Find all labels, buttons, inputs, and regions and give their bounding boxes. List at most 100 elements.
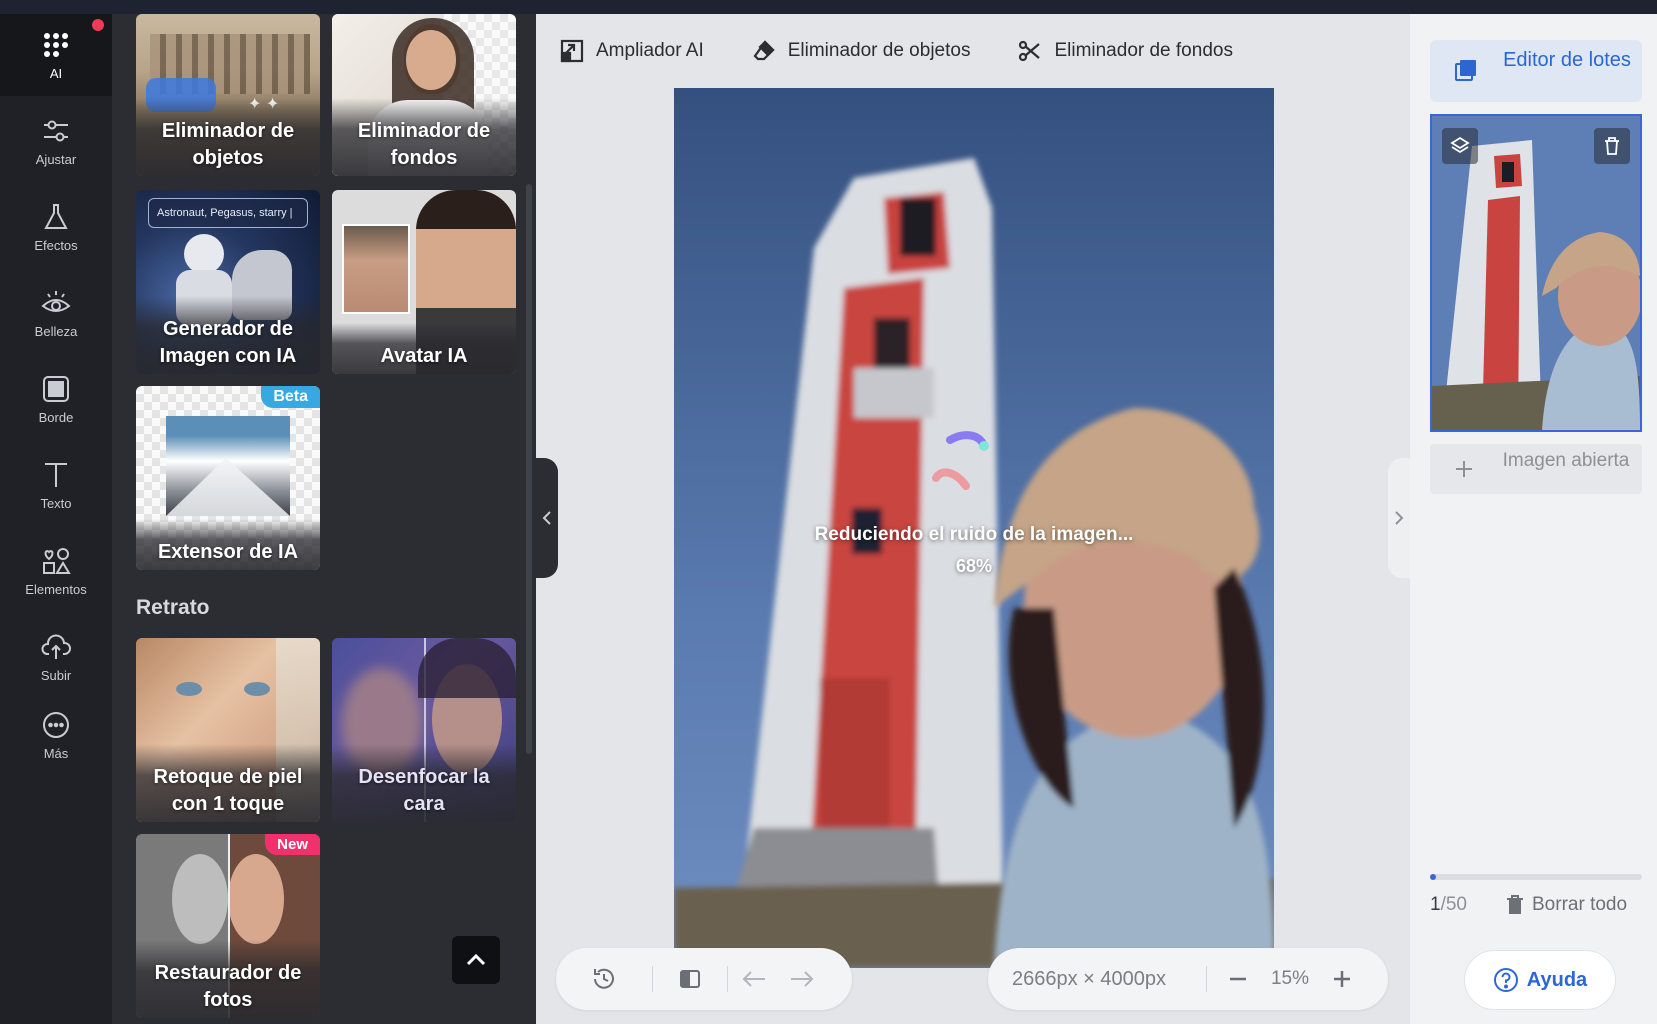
upload-cloud-icon bbox=[41, 634, 71, 659]
top-toolbar: Ampliador AI Eliminador de objetos Elimi… bbox=[536, 14, 1410, 88]
chevron-left-icon bbox=[542, 511, 551, 525]
object-remover-label: Eliminador de objetos bbox=[787, 40, 971, 61]
background-remover-button[interactable]: Eliminador de fondos bbox=[1018, 39, 1233, 63]
scissors-icon bbox=[1019, 40, 1041, 62]
plus-icon bbox=[1334, 971, 1350, 987]
minus-icon bbox=[1230, 977, 1246, 981]
image-dimensions: 2666px × 4000px bbox=[1012, 967, 1167, 990]
ai-grid-icon bbox=[44, 32, 68, 57]
image-count-fill bbox=[1430, 874, 1436, 880]
rail-item-ajustar[interactable]: Ajustar bbox=[0, 100, 112, 182]
upscaler-label: Ampliador AI bbox=[596, 40, 704, 61]
help-button[interactable]: Ayuda bbox=[1464, 950, 1616, 1010]
clear-all-button[interactable]: Borrar todo bbox=[1506, 894, 1627, 916]
plus-icon bbox=[1456, 461, 1472, 477]
sliders-icon bbox=[44, 120, 68, 141]
left-rail: AI Ajustar Efectos Belleza Borde Texto E… bbox=[0, 14, 112, 1024]
new-badge: New bbox=[265, 834, 320, 855]
layers-button[interactable] bbox=[1442, 128, 1478, 164]
rail-item-texto[interactable]: Texto bbox=[0, 444, 112, 526]
help-icon bbox=[1493, 968, 1518, 992]
rail-item-belleza[interactable]: Belleza bbox=[0, 272, 112, 354]
panel-scrollbar[interactable] bbox=[526, 184, 532, 754]
card-ai-extender[interactable]: Beta Extensor de IA bbox=[136, 386, 320, 570]
rail-label: Belleza bbox=[34, 323, 78, 339]
card-photo-restorer[interactable]: New Restaurador de fotos bbox=[136, 834, 320, 1018]
expand-icon bbox=[560, 39, 584, 63]
layers-stack-icon bbox=[1455, 60, 1476, 81]
progress-status: Reduciendo el ruido de la imagen... bbox=[814, 524, 1134, 545]
undo-button[interactable] bbox=[728, 969, 780, 989]
section-title-retrato: Retrato bbox=[136, 596, 210, 619]
shapes-icon bbox=[43, 547, 71, 574]
card-label: Eliminador de fondos bbox=[332, 98, 516, 176]
chevron-right-icon bbox=[1395, 511, 1404, 525]
rail-label: Ajustar bbox=[35, 151, 77, 167]
rail-label: Más bbox=[43, 745, 69, 761]
rail-label: Borde bbox=[38, 409, 74, 425]
image-count-bar bbox=[1430, 874, 1642, 880]
frame-icon bbox=[43, 375, 69, 402]
rail-label: Texto bbox=[40, 495, 72, 511]
batch-editor-button[interactable]: Editor de lotes bbox=[1430, 40, 1642, 102]
delete-image-button[interactable] bbox=[1594, 128, 1630, 164]
layers-icon bbox=[1450, 136, 1470, 154]
upscaler-button[interactable]: Ampliador AI bbox=[560, 39, 704, 63]
zoom-out-button[interactable] bbox=[1207, 969, 1269, 989]
image-count-current: 1 bbox=[1430, 894, 1441, 915]
card-label: Generador de Imagen con IA bbox=[136, 296, 320, 374]
card-object-remover[interactable]: ✦ ✦ Eliminador de objetos bbox=[136, 14, 320, 176]
arrow-right-icon bbox=[791, 971, 814, 987]
card-label: Eliminador de objetos bbox=[136, 98, 320, 176]
selected-image-thumbnail[interactable] bbox=[1430, 114, 1642, 432]
zoom-in-button[interactable] bbox=[1311, 969, 1373, 989]
card-background-remover[interactable]: Eliminador de fondos bbox=[332, 14, 516, 176]
background-remover-label: Eliminador de fondos bbox=[1054, 40, 1233, 61]
scroll-to-top-button[interactable] bbox=[452, 936, 500, 984]
card-blur-face[interactable]: Desenfocar la cara bbox=[332, 638, 516, 822]
open-image-button[interactable]: Imagen abierta bbox=[1430, 444, 1642, 494]
arrow-left-icon bbox=[742, 971, 765, 987]
clear-all-label: Borrar todo bbox=[1532, 894, 1628, 915]
card-label: Restaurador de fotos bbox=[136, 940, 320, 1018]
prompt-preview: Astronaut, Pegasus, starry | bbox=[148, 198, 308, 228]
history-icon bbox=[594, 968, 614, 989]
collapse-panel-button[interactable] bbox=[536, 458, 558, 578]
rail-label: Efectos bbox=[34, 237, 78, 253]
beta-badge: Beta bbox=[261, 386, 320, 408]
notification-dot bbox=[92, 19, 104, 31]
eraser-icon bbox=[753, 40, 775, 61]
image-count: 1/50 bbox=[1430, 894, 1467, 916]
rail-item-efectos[interactable]: Efectos bbox=[0, 186, 112, 268]
zoom-controls: 2666px × 4000px 15% bbox=[988, 948, 1388, 1010]
compare-button[interactable] bbox=[653, 967, 727, 991]
rail-label: AI bbox=[49, 65, 63, 81]
card-label: Avatar IA bbox=[332, 323, 516, 374]
redo-button[interactable] bbox=[780, 969, 824, 989]
card-skin-retouch[interactable]: Retoque de piel con 1 toque bbox=[136, 638, 320, 822]
open-image-label: Imagen abierta bbox=[1502, 450, 1630, 471]
batch-panel: Editor de lotes Imagen abierta 1/50 Borr… bbox=[1410, 14, 1657, 1024]
rail-item-subir[interactable]: Subir bbox=[0, 616, 112, 698]
card-label: Extensor de IA bbox=[136, 519, 320, 570]
expand-right-panel-button[interactable] bbox=[1388, 458, 1410, 578]
chevron-up-icon bbox=[466, 953, 486, 966]
trash-icon bbox=[1605, 137, 1619, 155]
image-count-total: /50 bbox=[1440, 894, 1467, 915]
card-ai-image-generator[interactable]: Astronaut, Pegasus, starry | Generador d… bbox=[136, 190, 320, 374]
rail-item-ai[interactable]: AI bbox=[0, 14, 112, 96]
ai-tools-panel: ✦ ✦ Eliminador de objetos Eliminador de … bbox=[112, 14, 536, 1024]
object-remover-button[interactable]: Eliminador de objetos bbox=[752, 39, 971, 63]
work-area: Ampliador AI Eliminador de objetos Elimi… bbox=[536, 14, 1410, 1024]
rail-item-elementos[interactable]: Elementos bbox=[0, 530, 112, 612]
top-bar bbox=[0, 0, 1657, 14]
eye-icon bbox=[41, 290, 71, 312]
card-label: Retoque de piel con 1 toque bbox=[136, 744, 320, 822]
card-label: Desenfocar la cara bbox=[332, 744, 516, 822]
text-icon bbox=[45, 462, 67, 487]
history-button[interactable] bbox=[556, 966, 652, 992]
card-ai-avatar[interactable]: Avatar IA bbox=[332, 190, 516, 374]
rail-item-borde[interactable]: Borde bbox=[0, 358, 112, 440]
help-label: Ayuda bbox=[1526, 968, 1588, 991]
rail-item-mas[interactable]: Más bbox=[0, 694, 112, 776]
